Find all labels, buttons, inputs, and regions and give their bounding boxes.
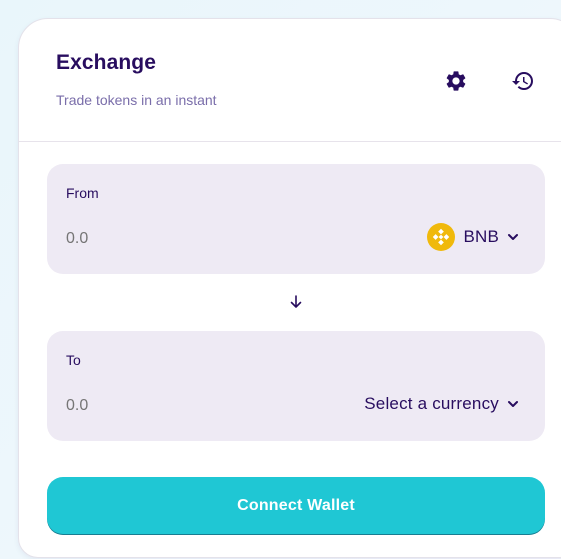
to-currency-label: Select a currency bbox=[364, 394, 499, 413]
connect-wallet-button[interactable]: Connect Wallet bbox=[47, 477, 545, 535]
bnb-token-icon bbox=[427, 223, 456, 251]
exchange-header: Exchange Trade tokens in an instant bbox=[19, 19, 561, 142]
history-icon bbox=[511, 69, 535, 93]
gear-icon bbox=[444, 69, 468, 93]
switch-currencies-button[interactable] bbox=[285, 291, 307, 313]
to-amount-input[interactable] bbox=[66, 397, 266, 415]
from-amount-input[interactable] bbox=[66, 230, 266, 248]
arrow-down-icon bbox=[288, 294, 304, 310]
chevron-down-icon bbox=[507, 398, 519, 410]
exchange-card: Exchange Trade tokens in an instant From bbox=[18, 18, 561, 558]
from-currency-label: BNB bbox=[463, 227, 499, 246]
page-title: Exchange bbox=[56, 51, 157, 74]
settings-button[interactable] bbox=[439, 64, 473, 98]
from-currency-select[interactable]: BNB bbox=[427, 222, 519, 252]
from-label: From bbox=[66, 185, 99, 201]
page-subtitle: Trade tokens in an instant bbox=[56, 92, 217, 108]
to-panel: To Select a currency bbox=[47, 331, 545, 441]
history-button[interactable] bbox=[506, 64, 540, 98]
from-panel: From BNB bbox=[47, 164, 545, 274]
to-currency-select[interactable]: Select a currency bbox=[364, 389, 519, 419]
to-label: To bbox=[66, 352, 81, 368]
chevron-down-icon bbox=[507, 231, 519, 243]
